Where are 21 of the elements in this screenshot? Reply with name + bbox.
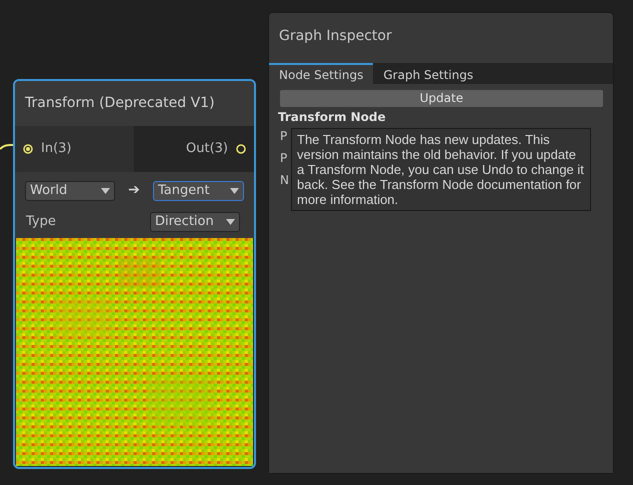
section-title: Transform Node bbox=[278, 110, 386, 125]
field-label: P bbox=[280, 129, 288, 143]
dropdown[interactable]: Direction bbox=[150, 212, 240, 232]
tooltip: The Transform Node has new updates. This version maintains the old behavior. If you update a Transform Node, you can use Undo to change it back. See the Transform Node documentation for more information. bbox=[291, 128, 591, 211]
caret-icon bbox=[226, 219, 235, 225]
field-label: Type bbox=[25, 213, 56, 232]
dropdown[interactable]: World bbox=[25, 180, 115, 200]
field-label: N bbox=[280, 173, 289, 187]
field-label: P bbox=[280, 151, 288, 165]
port-label: In(3) bbox=[41, 140, 72, 158]
update-button[interactable]: Update bbox=[280, 90, 603, 107]
port-icon[interactable] bbox=[23, 144, 33, 154]
dropdown[interactable]: Tangent bbox=[152, 180, 244, 200]
caret-icon bbox=[230, 188, 239, 194]
tab[interactable]: Node Settings bbox=[269, 63, 374, 84]
node-title: Transform (Deprecated V1) bbox=[25, 94, 215, 113]
arrow-label: ➔ bbox=[128, 181, 140, 200]
caret-icon bbox=[101, 188, 110, 194]
port-icon[interactable] bbox=[236, 144, 246, 154]
port-label: Out(3) bbox=[186, 140, 228, 158]
panel-title: Graph Inspector bbox=[279, 28, 392, 44]
